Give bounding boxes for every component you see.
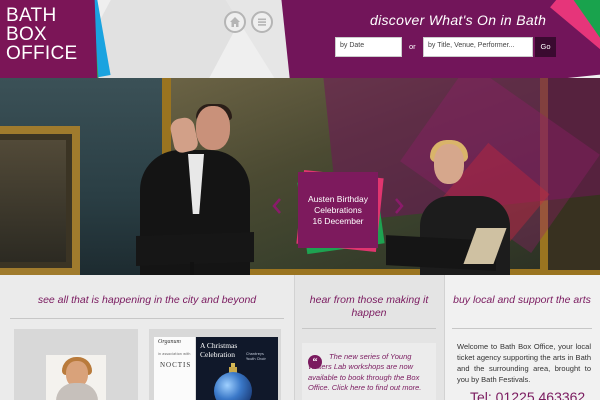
performer-head [434,144,464,184]
poster-logo: Organum [158,339,181,345]
chevron-left-icon [272,198,281,214]
poster-subtitle: Chantreys Youth Choir [246,352,266,361]
logo[interactable]: BATH BOX OFFICE [0,0,114,78]
section-divider [452,328,592,329]
welcome-text: Welcome to Bath Box Office, your local t… [457,342,591,384]
section-divider [10,318,284,319]
section-title-local: buy local and support the arts [453,294,591,306]
section-title-city: see all that is happening in the city an… [37,294,257,306]
event-card[interactable]: Austen Birthday Celebrations 16 December [298,172,378,248]
logo-text: BATH BOX OFFICE [6,6,77,63]
performer-head [196,106,230,150]
search-input[interactable]: by Title, Venue, Performer... [423,37,533,57]
prev-slide-button[interactable] [270,197,284,219]
poster-logo-sub: in association with [158,352,191,356]
column-divider [294,275,295,400]
logo-line: BATH [6,5,57,26]
music-stand-pole [190,262,194,275]
logo-line: OFFICE [6,43,78,64]
event-date: 16 December [312,215,364,226]
go-button[interactable]: Go [535,37,556,57]
music-stand [136,231,254,267]
painting [0,140,66,262]
site-header: BATH BOX OFFICE discover What's On in Ba… [0,0,600,78]
poster-title: A Christmas Celebration [200,341,238,359]
home-button[interactable] [224,11,246,33]
poster-org: NOCTIS [160,361,192,369]
chevron-right-icon [395,198,404,214]
or-label: or [409,42,416,51]
column-divider [444,275,445,400]
date-filter-input[interactable]: by Date [335,37,402,57]
phone-number[interactable]: Tel: 01225 463362 [470,389,585,400]
next-slide-button[interactable] [392,197,406,219]
event-title: Austen Birthday Celebrations [307,193,368,215]
section-title-hear: hear from those making it happen [309,294,429,319]
painting-frame [0,126,80,275]
section-divider [302,328,436,329]
menu-button[interactable] [251,11,273,33]
menu-icon [258,18,266,26]
event-card-text: Austen Birthday Celebrations 16 December [302,194,374,227]
discover-title: discover What's On in Bath [370,12,547,28]
home-icon [230,17,240,27]
hero-banner[interactable]: Austen Birthday Celebrations 16 December [0,78,600,275]
logo-line: BOX [6,24,48,45]
quote-text[interactable]: The new series of Young Writers Lab work… [308,352,434,394]
